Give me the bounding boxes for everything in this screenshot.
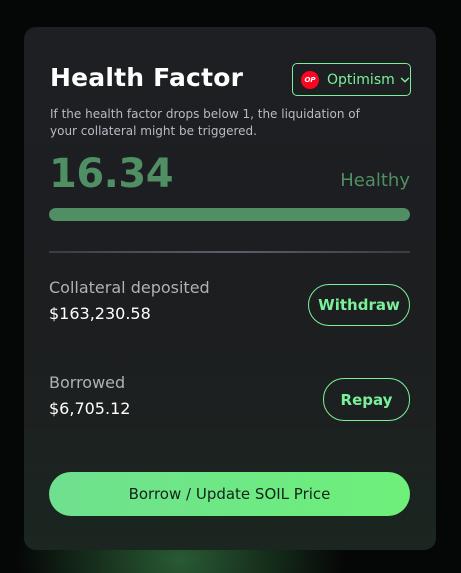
health-status-label: Healthy: [340, 170, 410, 191]
card-title: Health Factor: [50, 63, 244, 92]
health-factor-bar-fill: [49, 208, 410, 221]
borrow-update-price-button[interactable]: Borrow / Update SOIL Price: [49, 472, 410, 516]
collateral-label: Collateral deposited: [49, 278, 210, 297]
borrowed-label: Borrowed: [49, 373, 126, 392]
network-selector[interactable]: OP Optimism: [292, 63, 411, 96]
health-factor-description: If the health factor drops below 1, the …: [50, 107, 360, 138]
collateral-amount: $163,230.58: [49, 304, 151, 323]
health-factor-bar: [49, 208, 410, 221]
optimism-logo-icon: OP: [301, 70, 319, 89]
repay-button[interactable]: Repay: [323, 378, 410, 421]
health-factor-value: 16.34: [49, 151, 174, 197]
borrowed-amount: $6,705.12: [49, 399, 131, 418]
health-factor-card: Health Factor OP Optimism If the health …: [24, 27, 436, 550]
network-name: Optimism: [327, 71, 395, 88]
divider: [49, 251, 410, 253]
withdraw-button[interactable]: Withdraw: [308, 284, 410, 326]
chevron-down-icon: [400, 75, 410, 85]
